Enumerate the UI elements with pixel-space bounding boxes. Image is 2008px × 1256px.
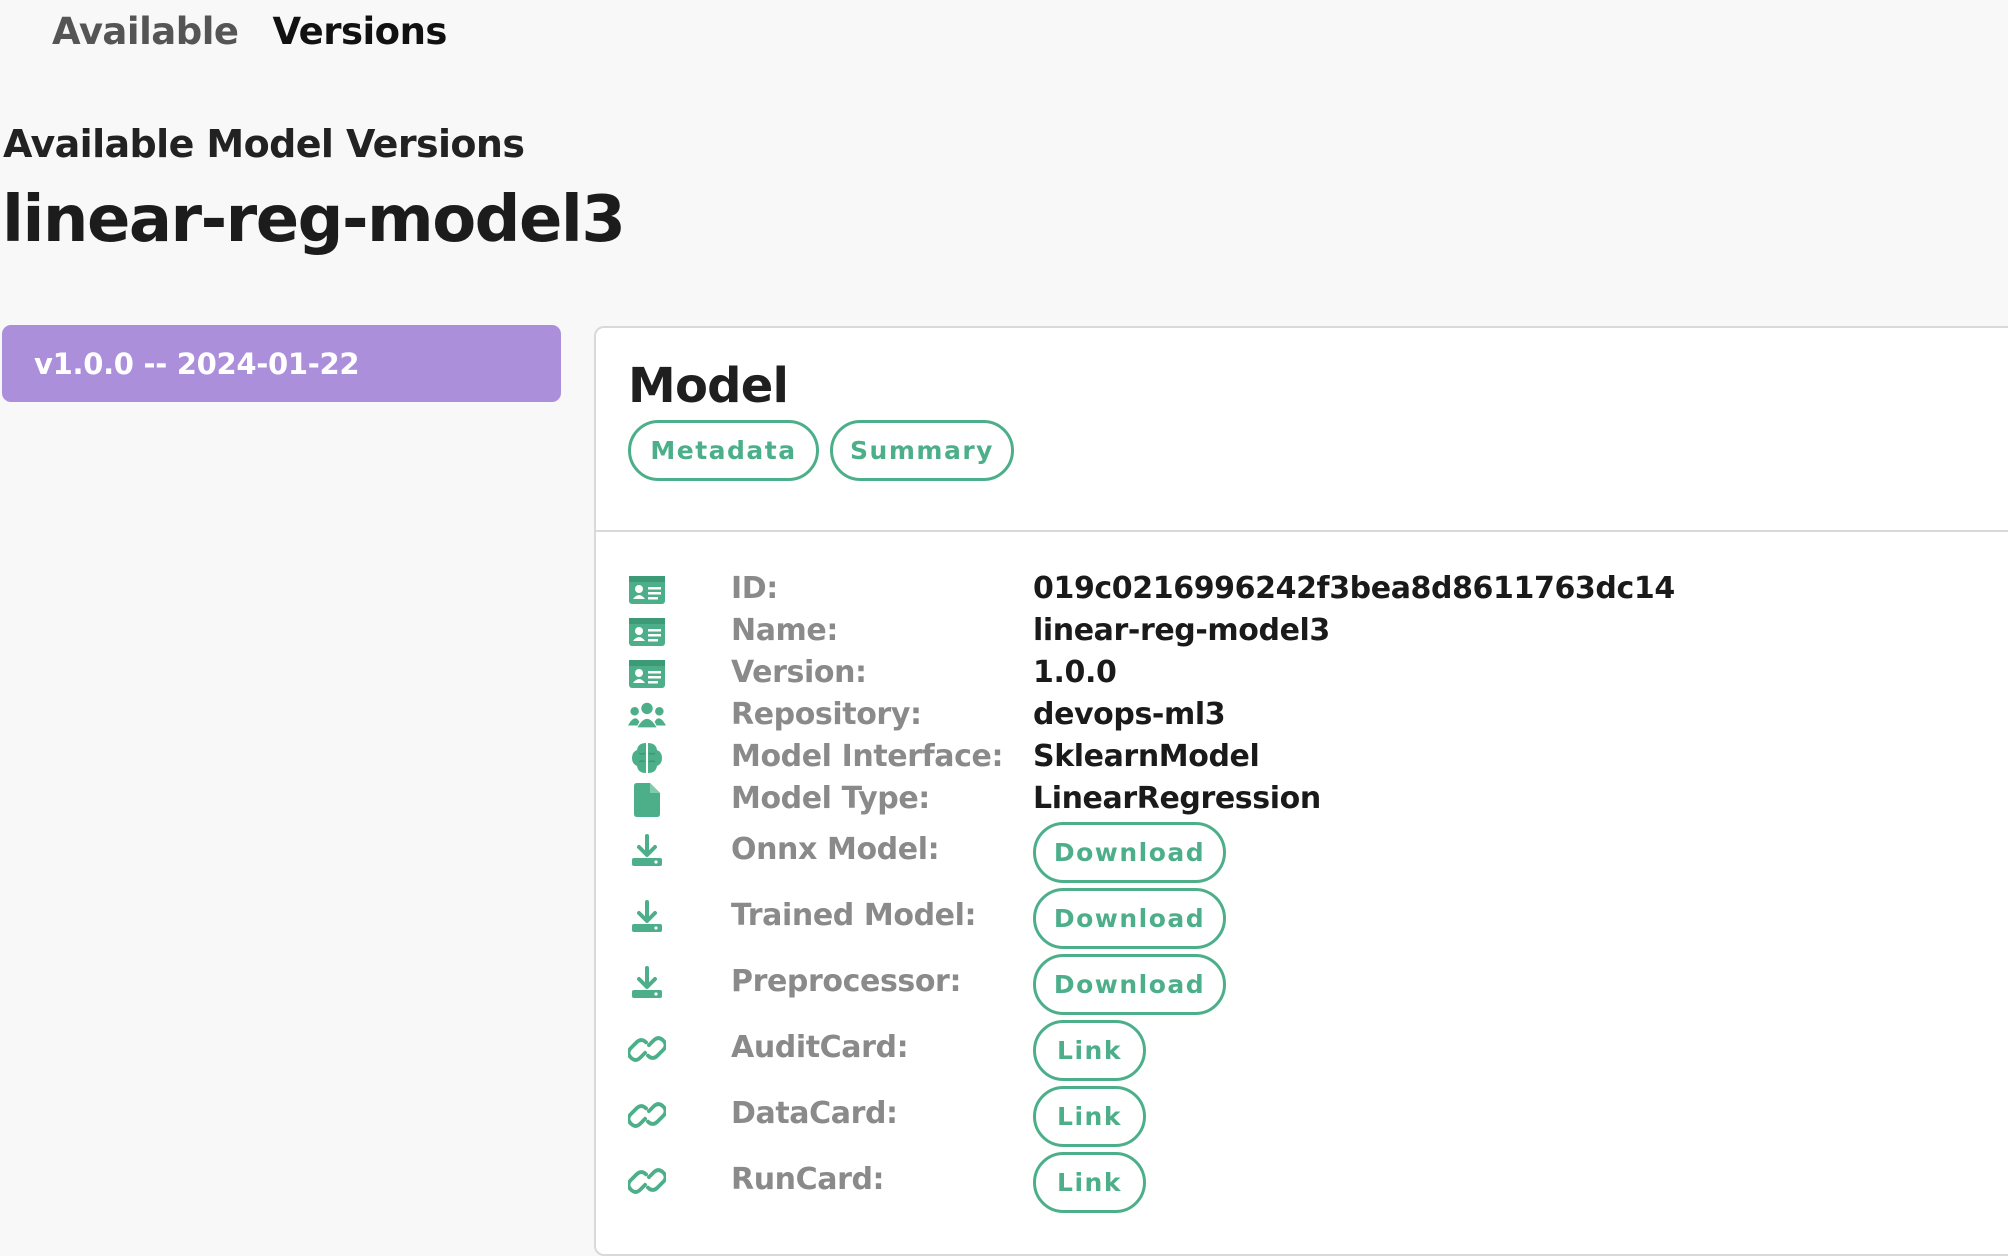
link-button[interactable]: Link — [1033, 1020, 1146, 1081]
id-card-icon — [628, 613, 666, 651]
field-value: 019c0216996242f3bea8d8611763dc14 — [1033, 571, 1675, 606]
action-row-runcard: RunCard: Link — [596, 1152, 1996, 1213]
metadata-tab-button[interactable]: Metadata — [628, 420, 819, 481]
download-icon — [628, 898, 666, 936]
link-icon — [628, 1030, 666, 1068]
page-title: linear-reg-model3 — [2, 183, 626, 257]
download-icon — [628, 964, 666, 1002]
action-label: RunCard: — [731, 1162, 885, 1197]
action-label: DataCard: — [731, 1096, 898, 1131]
action-label: Onnx Model: — [731, 832, 940, 867]
field-row-model-type: Model Type: LinearRegression — [596, 781, 1996, 823]
card-title: Model — [628, 358, 789, 414]
field-row-version: Version: 1.0.0 — [596, 655, 1996, 697]
field-label: ID: — [731, 571, 778, 606]
field-value: SklearnModel — [1033, 739, 1260, 774]
download-button[interactable]: Download — [1033, 822, 1226, 883]
top-tabs: Available Versions — [52, 10, 447, 53]
version-list-item[interactable]: v1.0.0 -- 2024-01-22 — [2, 325, 561, 402]
link-icon — [628, 1162, 666, 1200]
page-subtitle: Available Model Versions — [3, 122, 525, 166]
field-label: Model Type: — [731, 781, 930, 816]
download-button[interactable]: Download — [1033, 954, 1226, 1015]
field-row-id: ID: 019c0216996242f3bea8d8611763dc14 — [596, 571, 1996, 613]
download-icon — [628, 832, 666, 870]
link-button[interactable]: Link — [1033, 1086, 1146, 1147]
brain-icon — [628, 739, 666, 777]
field-label: Model Interface: — [731, 739, 1004, 774]
action-row-onnx-model: Onnx Model: Download — [596, 822, 1996, 883]
field-value: 1.0.0 — [1033, 655, 1117, 690]
link-icon — [628, 1096, 666, 1134]
link-button[interactable]: Link — [1033, 1152, 1146, 1213]
action-label: AuditCard: — [731, 1030, 909, 1065]
field-row-repository: Repository: devops-ml3 — [596, 697, 1996, 739]
card-tabs: Metadata Summary — [628, 420, 1014, 481]
card-header: Model Metadata Summary — [596, 328, 2008, 532]
tab-available[interactable]: Available — [52, 10, 239, 53]
field-label: Version: — [731, 655, 867, 690]
id-card-icon — [628, 571, 666, 609]
field-value: LinearRegression — [1033, 781, 1321, 816]
download-button[interactable]: Download — [1033, 888, 1226, 949]
field-label: Repository: — [731, 697, 922, 732]
field-label: Name: — [731, 613, 838, 648]
field-value: linear-reg-model3 — [1033, 613, 1330, 648]
action-label: Trained Model: — [731, 898, 977, 933]
action-row-trained-model: Trained Model: Download — [596, 888, 1996, 949]
action-row-datacard: DataCard: Link — [596, 1086, 1996, 1147]
action-label: Preprocessor: — [731, 964, 962, 999]
users-icon — [628, 697, 666, 735]
tab-versions[interactable]: Versions — [273, 10, 448, 53]
field-row-model-interface: Model Interface: SklearnModel — [596, 739, 1996, 781]
id-card-icon — [628, 655, 666, 693]
summary-tab-button[interactable]: Summary — [830, 420, 1014, 481]
file-icon — [628, 781, 666, 819]
action-row-auditcard: AuditCard: Link — [596, 1020, 1996, 1081]
field-value: devops-ml3 — [1033, 697, 1226, 732]
model-card: Model Metadata Summary ID: 019c021699624… — [594, 326, 2008, 1256]
action-row-preprocessor: Preprocessor: Download — [596, 954, 1996, 1015]
field-row-name: Name: linear-reg-model3 — [596, 613, 1996, 655]
